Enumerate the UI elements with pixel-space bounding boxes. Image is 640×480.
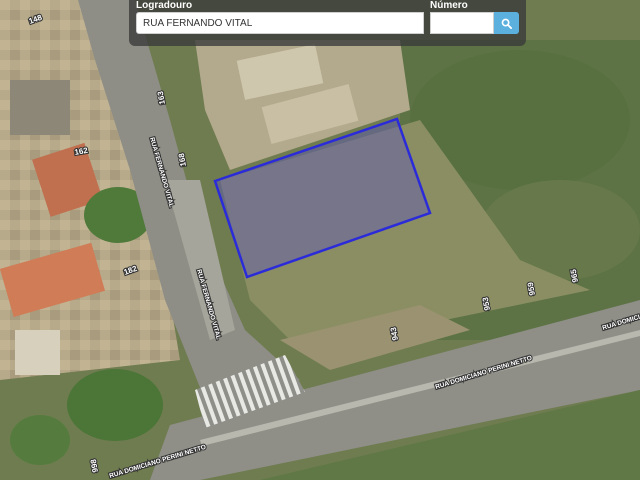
search-icon — [501, 18, 512, 29]
tree — [67, 369, 163, 441]
number-field-label: Número — [430, 0, 468, 11]
satellite-map[interactable]: RUA FERNANDO VITAL RUA FERNANDO VITAL RU… — [0, 0, 640, 480]
roof-gray — [10, 80, 70, 135]
address-search-panel: Logradouro Número — [129, 0, 526, 46]
number-input[interactable] — [430, 12, 494, 34]
street-field-label: Logradouro — [136, 0, 193, 11]
roof-light — [15, 330, 60, 375]
street-search-input[interactable] — [136, 12, 424, 34]
tree — [10, 415, 70, 465]
search-button[interactable] — [494, 12, 519, 34]
